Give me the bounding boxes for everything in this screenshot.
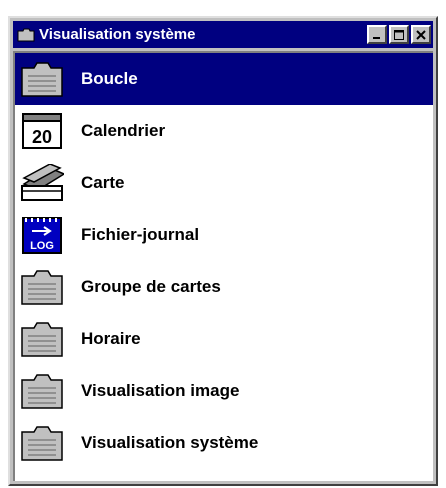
- title-bar[interactable]: Visualisation système: [13, 21, 433, 48]
- close-button[interactable]: [411, 25, 431, 44]
- log-file-icon: LOG: [19, 215, 65, 255]
- list-item-label: Boucle: [81, 69, 138, 88]
- list-item-label: Groupe de cartes: [81, 277, 221, 296]
- list-item-label: Carte: [81, 173, 125, 192]
- close-icon: [416, 29, 426, 40]
- list-item-visualisation-systeme[interactable]: Visualisation système: [15, 417, 433, 469]
- folder-icon: [17, 28, 35, 41]
- list-item-label: Fichier-journal: [81, 225, 200, 244]
- item-list: Boucle 20 Calendrier Carte LOG Fichier-j…: [15, 53, 433, 469]
- folder-icon: [19, 371, 65, 411]
- folder-icon: [19, 423, 65, 463]
- minimize-button[interactable]: [367, 25, 387, 44]
- list-item-horaire[interactable]: Horaire: [15, 313, 433, 365]
- svg-text:LOG: LOG: [30, 240, 54, 252]
- item-list-area: Boucle 20 Calendrier Carte LOG Fichier-j…: [13, 51, 433, 481]
- folder-icon: [19, 267, 65, 307]
- list-item-label: Calendrier: [81, 121, 166, 140]
- list-item-carte[interactable]: Carte: [15, 157, 433, 209]
- maximize-button[interactable]: [389, 25, 409, 44]
- window-title: Visualisation système: [39, 26, 196, 43]
- list-item-groupe-de-cartes[interactable]: Groupe de cartes: [15, 261, 433, 313]
- list-item-fichier-journal[interactable]: LOG Fichier-journal: [15, 209, 433, 261]
- svg-text:20: 20: [32, 127, 52, 147]
- list-item-label: Visualisation image: [81, 381, 240, 400]
- list-item-calendrier[interactable]: 20 Calendrier: [15, 105, 433, 157]
- folder-icon: [19, 59, 65, 99]
- list-item-label: Horaire: [81, 329, 141, 348]
- minimize-icon: [373, 36, 380, 39]
- card-stack-icon: [19, 163, 65, 203]
- calendar-icon: 20: [19, 111, 65, 151]
- list-item-boucle[interactable]: Boucle: [15, 53, 433, 105]
- folder-icon: [19, 319, 65, 359]
- system-view-window: Visualisation système Boucle 20 Calendri…: [8, 16, 438, 486]
- list-item-visualisation-image[interactable]: Visualisation image: [15, 365, 433, 417]
- maximize-icon: [394, 29, 404, 40]
- list-item-label: Visualisation système: [81, 433, 259, 452]
